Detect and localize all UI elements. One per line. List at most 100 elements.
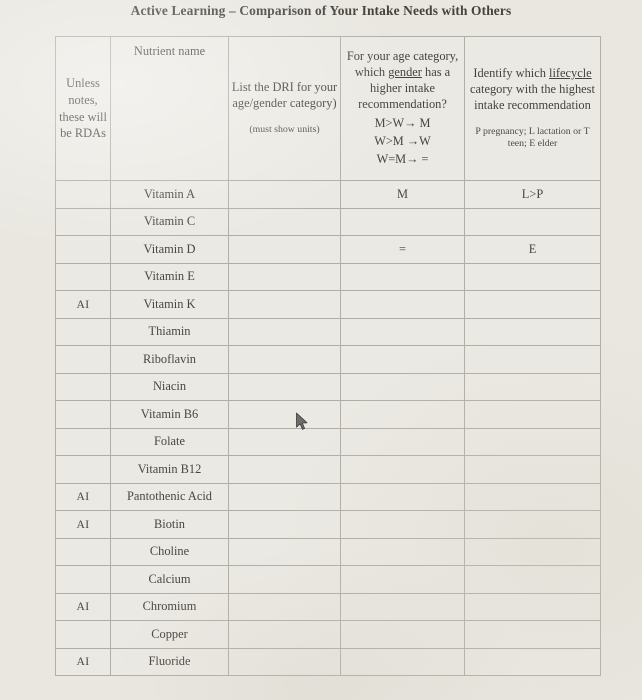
row-lifecycle-answer-cell[interactable]: L>P	[464, 180, 601, 209]
row-notes-cell	[55, 235, 111, 264]
row-lifecycle-answer-cell[interactable]	[464, 647, 601, 676]
row-nutrient-name-cell: Riboflavin	[110, 345, 229, 374]
table-row: Vitamin A M L>P	[55, 180, 601, 209]
row-gender-answer-cell[interactable]	[340, 565, 465, 594]
row-nutrient-name-cell: Pantothenic Acid	[110, 482, 229, 511]
table-row: AI Fluoride	[55, 647, 601, 676]
row-lifecycle-answer-cell[interactable]	[464, 345, 601, 374]
table-row: Vitamin E	[55, 262, 601, 291]
row-dri-answer-cell[interactable]	[228, 455, 341, 484]
row-nutrient-name-cell: Vitamin A	[110, 180, 229, 209]
row-notes-cell	[55, 400, 111, 429]
row-dri-answer-cell[interactable]	[228, 565, 341, 594]
table-row: Vitamin B12	[55, 455, 601, 484]
row-lifecycle-answer-cell[interactable]	[464, 427, 601, 456]
row-lifecycle-answer-cell[interactable]	[464, 565, 601, 594]
column-header-gender-underlined: gender	[388, 64, 422, 79]
lifecycle-legend: P pregnancy; L lactation or T teen; E el…	[475, 125, 590, 150]
row-nutrient-name-cell: Thiamin	[110, 317, 229, 346]
row-gender-answer-cell[interactable]	[340, 345, 465, 374]
table-row: AI Vitamin K	[55, 290, 601, 319]
row-dri-answer-cell[interactable]	[228, 372, 341, 401]
row-lifecycle-answer-cell[interactable]	[464, 455, 601, 484]
column-header-gender: For your age category, which gender has …	[340, 36, 465, 181]
row-nutrient-name-cell: Folate	[110, 427, 229, 456]
gender-legend-line-2: W>M →W	[374, 134, 431, 148]
table-row: Folate	[55, 427, 601, 456]
row-dri-answer-cell[interactable]	[228, 620, 341, 649]
table-row: Copper	[55, 620, 601, 649]
row-dri-answer-cell[interactable]	[228, 290, 341, 319]
row-nutrient-name-cell: Vitamin B6	[110, 400, 229, 429]
row-gender-answer-cell[interactable]	[340, 317, 465, 346]
column-header-lifecycle-pre: Identify which	[473, 65, 546, 80]
row-lifecycle-answer-cell[interactable]	[464, 207, 601, 236]
row-nutrient-name-cell: Biotin	[110, 510, 229, 539]
gender-legend-line-3: W=M→ =	[376, 152, 429, 167]
row-dri-answer-cell[interactable]	[228, 207, 341, 236]
row-lifecycle-answer-cell[interactable]	[464, 372, 601, 401]
column-header-lifecycle-underlined: lifecycle	[549, 65, 592, 80]
row-lifecycle-answer-cell[interactable]	[464, 620, 601, 649]
row-dri-answer-cell[interactable]	[228, 647, 341, 676]
row-gender-answer-cell[interactable]: M	[340, 180, 465, 209]
row-lifecycle-answer-cell[interactable]: E	[464, 235, 601, 264]
column-header-dri: List the DRI for your age/gender categor…	[228, 36, 341, 181]
row-lifecycle-answer-cell[interactable]	[464, 290, 601, 319]
row-notes-cell: AI	[55, 510, 111, 539]
row-dri-answer-cell[interactable]	[228, 400, 341, 429]
row-gender-answer-cell[interactable]	[340, 207, 465, 236]
table-row: Thiamin	[55, 317, 601, 346]
row-notes-cell	[55, 537, 111, 566]
row-nutrient-name-cell: Vitamin K	[110, 290, 229, 319]
row-lifecycle-answer-cell[interactable]	[464, 592, 601, 621]
row-dri-answer-cell[interactable]	[228, 427, 341, 456]
row-lifecycle-answer-cell[interactable]	[464, 537, 601, 566]
row-dri-answer-cell[interactable]	[228, 592, 341, 621]
row-dri-answer-cell[interactable]	[228, 537, 341, 566]
row-lifecycle-answer-cell[interactable]	[464, 317, 601, 346]
row-dri-answer-cell[interactable]	[228, 235, 341, 264]
row-notes-cell	[55, 620, 111, 649]
row-lifecycle-answer-cell[interactable]	[464, 510, 601, 539]
table-body: Vitamin A M L>P Vitamin C Vitamin D = E Vitamin…	[55, 180, 601, 676]
gender-legend-line-1: M>W→ M	[374, 115, 431, 130]
row-dri-answer-cell[interactable]	[228, 180, 341, 209]
table-row: Calcium	[55, 565, 601, 594]
row-lifecycle-answer-cell[interactable]	[464, 400, 601, 429]
row-notes-cell	[55, 345, 111, 374]
row-dri-answer-cell[interactable]	[228, 482, 341, 511]
row-dri-answer-cell[interactable]	[228, 317, 341, 346]
row-dri-answer-cell[interactable]	[228, 345, 341, 374]
row-gender-answer-cell[interactable]	[340, 455, 465, 484]
row-gender-answer-cell[interactable]	[340, 482, 465, 511]
row-dri-answer-cell[interactable]	[228, 510, 341, 539]
row-gender-answer-cell[interactable]	[340, 537, 465, 566]
row-nutrient-name-cell: Vitamin B12	[110, 455, 229, 484]
row-gender-answer-cell[interactable]	[340, 592, 465, 621]
column-header-dri-label: List the DRI for your age/gender categor…	[231, 80, 338, 111]
table-row: Niacin	[55, 372, 601, 401]
column-header-dri-units-note: (must show units)	[249, 124, 320, 135]
row-nutrient-name-cell: Choline	[110, 537, 229, 566]
row-gender-answer-cell[interactable]	[340, 400, 465, 429]
row-gender-answer-cell[interactable]	[340, 262, 465, 291]
row-gender-answer-cell[interactable]	[340, 427, 465, 456]
row-notes-cell	[55, 455, 111, 484]
row-lifecycle-answer-cell[interactable]	[464, 482, 601, 511]
row-notes-cell	[55, 262, 111, 291]
row-notes-cell: AI	[55, 290, 111, 319]
row-notes-cell	[55, 180, 111, 209]
row-nutrient-name-cell: Calcium	[110, 565, 229, 594]
row-dri-answer-cell[interactable]	[228, 262, 341, 291]
column-header-notes-label: Unless notes, these will be RDAs	[59, 76, 107, 141]
row-gender-answer-cell[interactable]	[340, 510, 465, 539]
row-gender-answer-cell[interactable]: =	[340, 235, 465, 264]
page-title: Active Learning – Comparison of Your Int…	[130, 3, 512, 18]
row-gender-answer-cell[interactable]	[340, 647, 465, 676]
table-header-row: Unless notes, these will be RDAs Nutrien…	[55, 36, 601, 181]
row-lifecycle-answer-cell[interactable]	[464, 262, 601, 291]
row-gender-answer-cell[interactable]	[340, 620, 465, 649]
row-gender-answer-cell[interactable]	[340, 290, 465, 319]
row-gender-answer-cell[interactable]	[340, 372, 465, 401]
